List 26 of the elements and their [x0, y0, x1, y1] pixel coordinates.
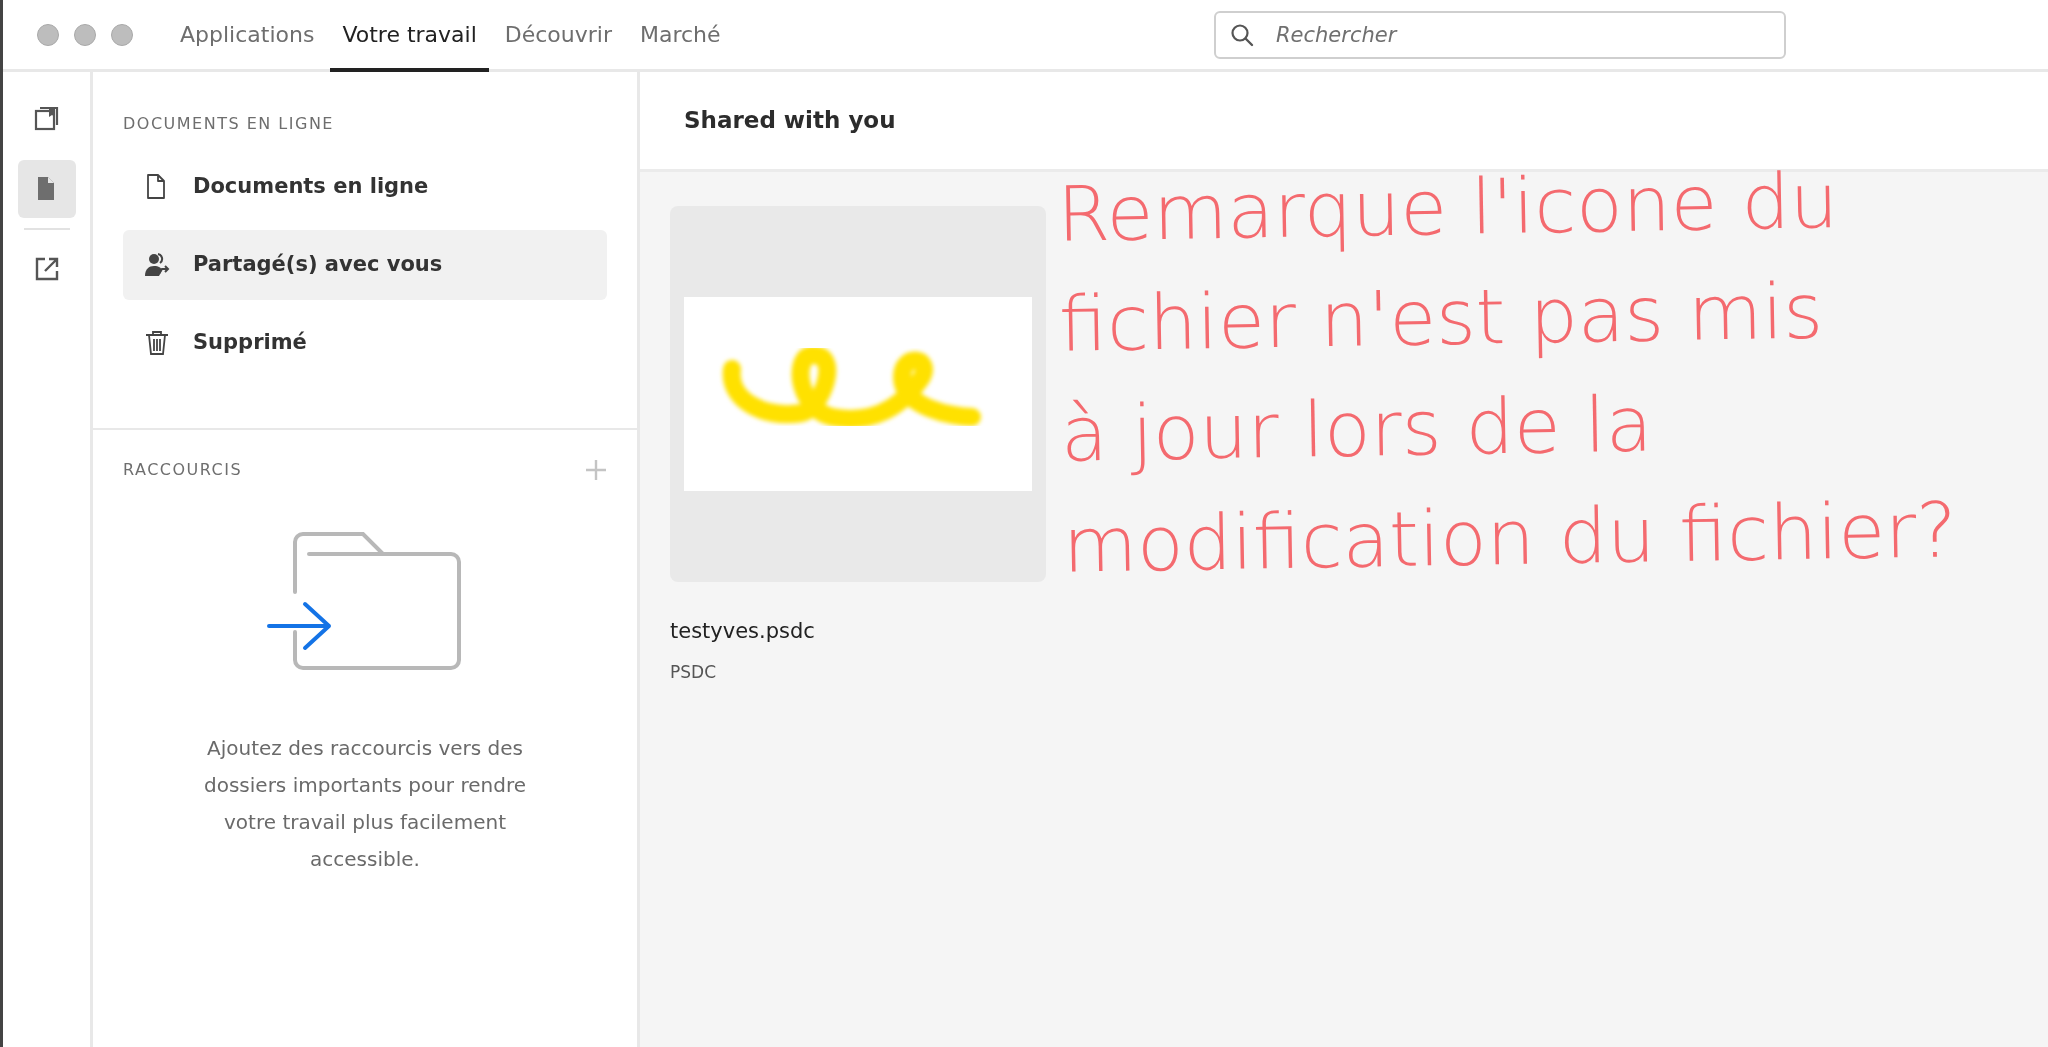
trash-icon [143, 329, 171, 357]
zoom-window-button[interactable] [111, 23, 133, 46]
nav-tab[interactable]: Applications [168, 0, 327, 72]
library-icon [32, 105, 61, 133]
search-field[interactable]: Rechercher [1214, 10, 1786, 59]
handwritten-note: à jour lors de la [1060, 378, 1655, 482]
nav-tab[interactable]: Votre travail [330, 0, 489, 72]
handwritten-note: fichier n'est pas mis [1058, 265, 1825, 371]
minimize-window-button[interactable] [74, 23, 96, 46]
rail-button[interactable] [17, 160, 76, 218]
folder-shortcut-icon [267, 530, 463, 672]
handwritten-note: modification du fichier? [1062, 483, 1958, 592]
file-type: PSDC [670, 660, 717, 684]
nav-tab[interactable]: Découvrir [492, 0, 624, 72]
add-icon[interactable] [585, 459, 607, 481]
file-thumbnail[interactable] [670, 206, 1046, 582]
sidebar-item[interactable]: Partagé(s) avec vous [123, 230, 607, 300]
close-window-button[interactable] [37, 23, 59, 46]
shared-users-icon [143, 251, 171, 279]
empty-state-message: Ajoutez des raccourcis vers des dossiers importants pour rendre votre travail plus facilement accessible. [203, 735, 527, 873]
sidebar-item[interactable]: Documents en ligne [123, 152, 607, 222]
section-heading: RACCOURCIS [123, 459, 243, 481]
nav-tab[interactable]: Marché [628, 0, 733, 72]
section-heading: DOCUMENTS EN LIGNE [123, 113, 335, 135]
sidebar-item[interactable]: Supprimé [123, 308, 607, 378]
file-name: testyves.psdc [670, 618, 816, 645]
